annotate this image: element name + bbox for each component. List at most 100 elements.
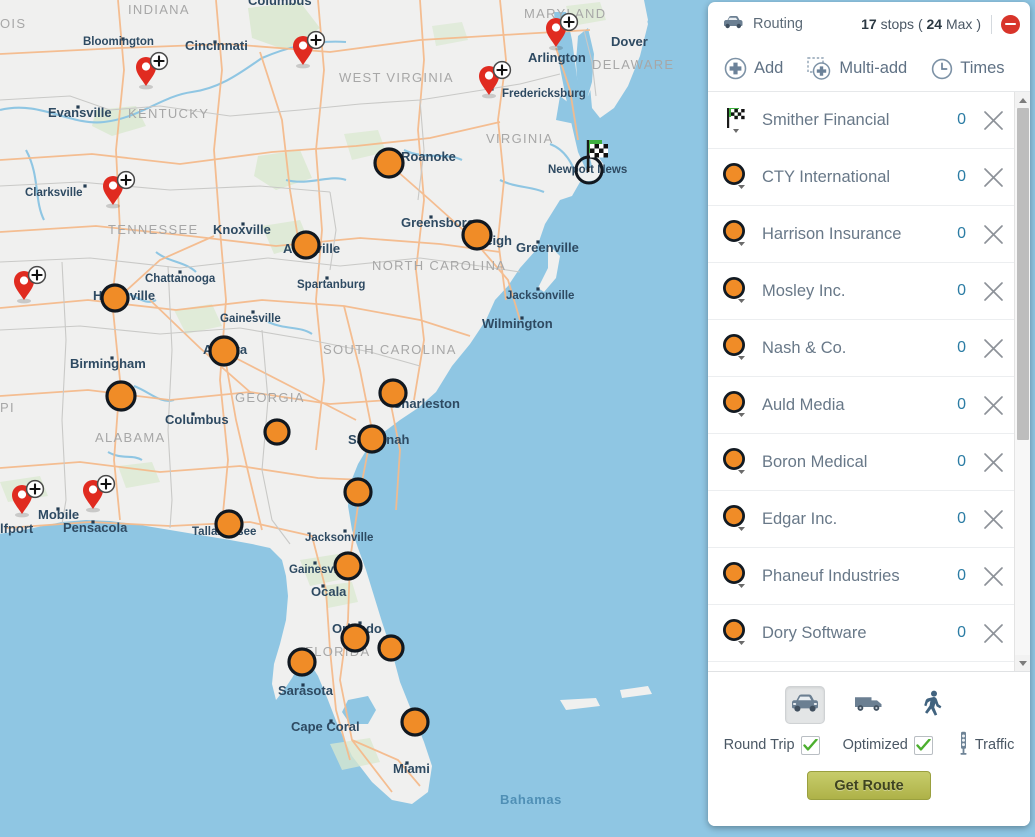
map-stop-marker[interactable] xyxy=(377,634,405,662)
map-stop-marker[interactable] xyxy=(357,424,387,454)
stop-marker-button[interactable] xyxy=(722,390,758,420)
map-stop-marker[interactable] xyxy=(105,380,137,412)
multi-add-button[interactable]: Multi-add xyxy=(805,54,913,84)
orange-circle-icon xyxy=(722,333,746,360)
stop-marker-button[interactable] xyxy=(722,618,758,648)
remove-stop-button[interactable] xyxy=(980,281,1014,302)
map-stop-marker[interactable] xyxy=(208,335,240,367)
clear-all-stops-button[interactable] xyxy=(1001,14,1020,34)
stop-row[interactable]: Smither Financial 0 xyxy=(708,92,1014,149)
stop-marker-button[interactable] xyxy=(722,333,758,363)
stop-count[interactable]: 0 xyxy=(957,567,980,585)
header-divider xyxy=(991,14,992,34)
stops-rows-container: Smither Financial 0 CTY International 0 Harr… xyxy=(708,92,1014,662)
scroll-up-button[interactable] xyxy=(1015,92,1030,108)
map-stop-marker[interactable] xyxy=(373,147,405,179)
stop-count[interactable]: 0 xyxy=(957,111,980,129)
map-stop-marker[interactable] xyxy=(291,230,321,260)
panel-toolbar: Add Multi-add Times xyxy=(708,46,1030,92)
close-icon xyxy=(983,566,1003,586)
remove-stop-button[interactable] xyxy=(980,167,1014,188)
map-stop-marker[interactable] xyxy=(343,477,373,507)
times-button[interactable]: Times xyxy=(929,55,1010,83)
panel-footer: Round Trip Optimized Traffic Get Route xyxy=(708,671,1030,826)
stop-name[interactable]: Nash & Co. xyxy=(758,339,957,358)
optimized-checkbox[interactable] xyxy=(913,735,933,755)
scrollbar-thumb[interactable] xyxy=(1017,108,1029,440)
stop-marker-button[interactable] xyxy=(722,276,758,306)
stop-row[interactable]: Phaneuf Industries 0 xyxy=(708,548,1014,605)
stop-count[interactable]: 0 xyxy=(957,225,980,243)
map-state-label: GEORGIA xyxy=(235,390,305,405)
stop-name[interactable]: Dory Software xyxy=(758,624,957,643)
map-stop-marker[interactable] xyxy=(378,378,408,408)
stop-count[interactable]: 0 xyxy=(957,510,980,528)
remove-stop-button[interactable] xyxy=(980,395,1014,416)
traffic-toggle[interactable]: Traffic xyxy=(958,731,1014,759)
stop-row[interactable]: Nash & Co. 0 xyxy=(708,320,1014,377)
remove-stop-button[interactable] xyxy=(980,110,1014,131)
map-city-label: Columbus xyxy=(248,0,312,8)
remove-stop-button[interactable] xyxy=(980,224,1014,245)
stop-name[interactable]: Phaneuf Industries xyxy=(758,567,957,586)
map-stop-marker[interactable] xyxy=(461,219,493,251)
stop-count[interactable]: 0 xyxy=(957,624,980,642)
map-stop-marker[interactable] xyxy=(400,707,430,737)
travel-mode-walking[interactable] xyxy=(913,686,953,724)
travel-mode-car[interactable] xyxy=(785,686,825,724)
stop-marker-button[interactable] xyxy=(722,105,758,135)
stop-count[interactable]: 0 xyxy=(957,339,980,357)
stop-marker-button[interactable] xyxy=(722,162,758,192)
remove-stop-button[interactable] xyxy=(980,566,1014,587)
remove-stop-button[interactable] xyxy=(980,509,1014,530)
panel-header: Routing 17 stops ( 24 Max ) xyxy=(708,2,1030,46)
stop-marker-button[interactable] xyxy=(722,219,758,249)
stop-marker-button[interactable] xyxy=(722,561,758,591)
chevron-down-icon xyxy=(1018,660,1027,666)
stop-row[interactable]: Dory Software 0 xyxy=(708,605,1014,662)
orange-circle-icon xyxy=(722,390,746,417)
stop-count[interactable]: 0 xyxy=(957,168,980,186)
stop-count[interactable]: 0 xyxy=(957,453,980,471)
stop-count[interactable]: 0 xyxy=(957,282,980,300)
map-stop-marker[interactable] xyxy=(263,418,291,446)
travel-mode-truck[interactable] xyxy=(849,686,889,724)
stop-marker-button[interactable] xyxy=(722,447,758,477)
get-route-button[interactable]: Get Route xyxy=(807,771,931,800)
close-icon xyxy=(983,338,1003,358)
map-stop-marker[interactable] xyxy=(340,623,370,653)
optimized-option[interactable]: Optimized xyxy=(843,735,933,755)
round-trip-option[interactable]: Round Trip xyxy=(723,735,820,755)
remove-stop-button[interactable] xyxy=(980,338,1014,359)
remove-stop-button[interactable] xyxy=(980,623,1014,644)
stop-row[interactable]: Mosley Inc. 0 xyxy=(708,263,1014,320)
map-stop-marker[interactable] xyxy=(333,551,363,581)
map-stop-marker[interactable] xyxy=(214,509,244,539)
round-trip-label: Round Trip xyxy=(723,737,795,753)
map-stop-marker[interactable] xyxy=(287,647,317,677)
stop-name[interactable]: Smither Financial xyxy=(758,111,957,130)
round-trip-checkbox[interactable] xyxy=(800,735,820,755)
stops-list-scrollbar[interactable] xyxy=(1014,92,1030,671)
add-stop-button[interactable]: Add xyxy=(722,54,789,83)
map-stop-marker[interactable] xyxy=(100,283,130,313)
stop-name[interactable]: CTY International xyxy=(758,168,957,187)
stop-name[interactable]: Mosley Inc. xyxy=(758,282,957,301)
clock-icon xyxy=(931,58,953,80)
stop-name[interactable]: Boron Medical xyxy=(758,453,957,472)
stop-row[interactable]: Boron Medical 0 xyxy=(708,434,1014,491)
stop-row[interactable]: Harrison Insurance 0 xyxy=(708,206,1014,263)
stop-count[interactable]: 0 xyxy=(957,396,980,414)
stop-row[interactable]: Edgar Inc. 0 xyxy=(708,491,1014,548)
stop-name[interactable]: Auld Media xyxy=(758,396,957,415)
scroll-down-button[interactable] xyxy=(1015,655,1030,671)
remove-stop-button[interactable] xyxy=(980,452,1014,473)
stop-row[interactable]: CTY International 0 xyxy=(708,149,1014,206)
stop-marker-button[interactable] xyxy=(722,504,758,534)
stop-row[interactable]: Auld Media 0 xyxy=(708,377,1014,434)
map-city-label: Ocala xyxy=(311,584,347,599)
map-city-label: Sarasota xyxy=(278,683,334,698)
stop-name[interactable]: Edgar Inc. xyxy=(758,510,957,529)
stop-name[interactable]: Harrison Insurance xyxy=(758,225,957,244)
check-icon xyxy=(916,738,931,751)
